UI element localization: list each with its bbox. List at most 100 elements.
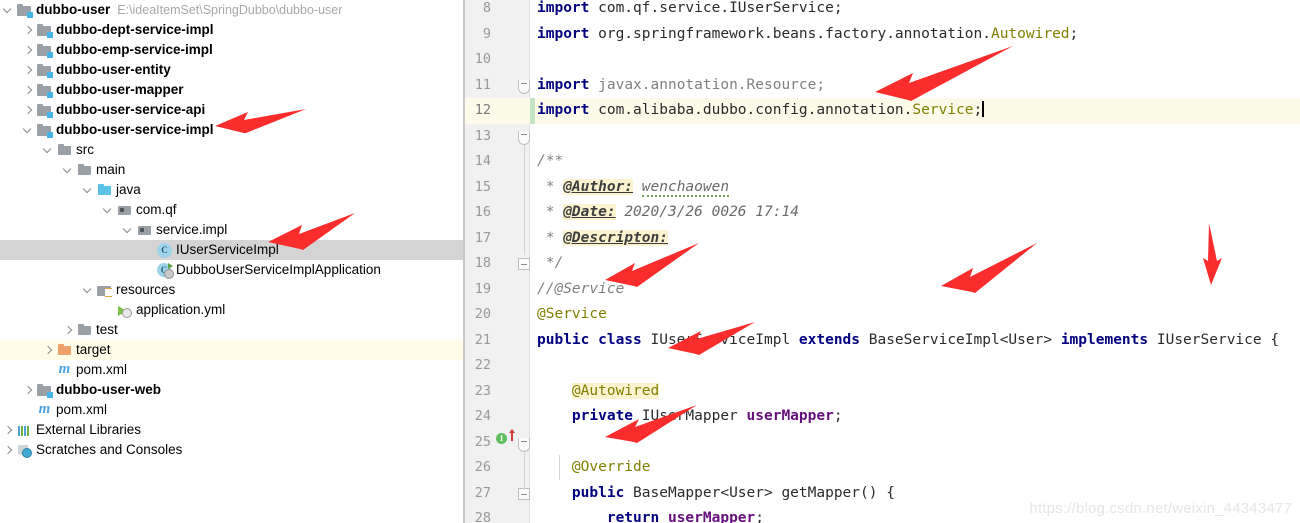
code-line-21[interactable]: public class IUserServiceImpl extends Ba… [537, 328, 1279, 354]
tree-item-label: target [76, 342, 111, 357]
chevron-right-icon[interactable] [3, 425, 14, 436]
module-badge-icon [47, 111, 53, 118]
code-line-12[interactable]: import com.alibaba.dubbo.config.annotati… [537, 98, 984, 124]
code-line-28[interactable]: return userMapper; [537, 506, 764, 523]
module-folder-icon [17, 3, 33, 18]
tree-item-label: pom.xml [56, 402, 108, 417]
module-folder-icon [37, 63, 53, 78]
line-number: 13 [474, 127, 491, 144]
chevron-right-icon[interactable] [3, 445, 14, 456]
tree-item-dubbo-user[interactable]: dubbo-user E:\ideaItemSet\SpringDubbo\dub… [0, 0, 463, 20]
code-line-14[interactable]: /** [537, 149, 563, 175]
tree-item-pom-root[interactable]: pom.xml [0, 400, 463, 420]
tree-item-external-libraries[interactable]: External Libraries [0, 420, 463, 440]
tree-item-dubbo-emp-service-impl[interactable]: dubbo-emp-service-impl [0, 40, 463, 60]
line-number: 15 [474, 178, 491, 195]
tree-item-dubbo-user-web[interactable]: dubbo-user-web [0, 380, 463, 400]
code-line-18[interactable]: */ [537, 251, 563, 277]
scratches-icon [17, 443, 32, 458]
code-line-19[interactable]: //@Service [537, 277, 624, 303]
source-root-icon [97, 183, 112, 198]
chevron-right-icon[interactable] [23, 385, 34, 396]
tree-item-service.impl[interactable]: service.impl [0, 220, 463, 240]
arrow-iuserservice-icon [1203, 223, 1222, 285]
chevron-right-icon[interactable] [23, 65, 34, 76]
module-folder-icon [37, 383, 53, 398]
line-number: 16 [474, 204, 491, 220]
code-line-17[interactable]: * @Descripton: [537, 226, 668, 252]
code-line-26[interactable]: @Override [537, 455, 651, 481]
chevron-right-icon[interactable] [43, 345, 54, 356]
module-folder-icon [37, 123, 53, 138]
chevron-right-icon[interactable] [23, 85, 34, 96]
code-line-24[interactable]: private IUserMapper userMapper; [537, 404, 843, 430]
chevron-down-icon[interactable] [43, 145, 54, 156]
chevron-right-icon[interactable] [23, 105, 34, 116]
line-number: 19 [474, 280, 491, 297]
package-icon [117, 203, 132, 218]
chevron-right-icon[interactable] [23, 25, 34, 36]
no-chevron [143, 245, 154, 256]
code-line-8[interactable]: import com.qf.service.IUserService; [537, 0, 843, 22]
chevron-down-icon[interactable] [83, 285, 94, 296]
code-line-23[interactable]: @Autowired [537, 379, 660, 405]
tree-item-com.qf[interactable]: com.qf [0, 200, 463, 220]
javadoc-fold-start-icon[interactable] [518, 131, 530, 145]
tree-item-resources[interactable]: resources [0, 280, 463, 300]
tree-item-pom-impl[interactable]: pom.xml [0, 360, 463, 380]
chevron-down-icon[interactable] [83, 185, 94, 196]
tree-item-src[interactable]: src [0, 140, 463, 160]
javadoc-fold-bar [523, 130, 525, 255]
chevron-right-icon[interactable] [23, 45, 34, 56]
chevron-down-icon[interactable] [63, 165, 74, 176]
tree-item-label: dubbo-user-mapper [56, 82, 184, 97]
module-badge-icon [47, 131, 53, 138]
line-number: 11 [474, 76, 491, 93]
chevron-down-icon[interactable] [3, 5, 14, 16]
code-line-20[interactable]: @Service [537, 302, 607, 328]
tree-item-IUserServiceImpl[interactable]: IUserServiceImpl [0, 240, 463, 260]
code-line-11[interactable]: import javax.annotation.Resource; [537, 73, 825, 99]
chevron-down-icon[interactable] [103, 205, 114, 216]
tree-item-label: DubboUserServiceImplApplication [176, 262, 381, 277]
tree-item-target[interactable]: target [0, 340, 463, 360]
line-number: 27 [474, 484, 491, 501]
tree-item-scratches-and-consoles[interactable]: Scratches and Consoles [0, 440, 463, 460]
tree-item-dubbo-user-entity[interactable]: dubbo-user-entity [0, 60, 463, 80]
module-folder-icon [37, 83, 53, 98]
import-fold-icon[interactable] [518, 80, 530, 94]
tree-item-label: application.yml [136, 302, 226, 317]
module-badge-icon [47, 91, 53, 98]
code-line-15[interactable]: * @Author: wenchaowen [537, 175, 730, 201]
chevron-down-icon[interactable] [123, 225, 134, 236]
module-badge-icon [47, 51, 53, 58]
tree-item-application.yml[interactable]: application.yml [0, 300, 463, 320]
implementing-method-icon[interactable] [496, 433, 507, 444]
tree-item-label: main [96, 162, 126, 177]
tree-item-label: dubbo-user [36, 2, 111, 17]
project-tool-window[interactable]: dubbo-user E:\ideaItemSet\SpringDubbo\dub… [0, 0, 463, 523]
tree-item-label: External Libraries [36, 422, 142, 437]
tree-item-dubbo-dept-service-impl[interactable]: dubbo-dept-service-impl [0, 20, 463, 40]
tree-item-dubbo-user-service-api[interactable]: dubbo-user-service-api [0, 100, 463, 120]
vcs-modified-stripe [530, 98, 535, 124]
tree-item-main[interactable]: main [0, 160, 463, 180]
module-badge-icon [27, 11, 33, 18]
chevron-down-icon[interactable] [23, 125, 34, 136]
overriding-method-arrow-icon[interactable] [508, 429, 515, 441]
tree-item-test[interactable]: test [0, 320, 463, 340]
tree-item-dubbo-user-mapper[interactable]: dubbo-user-mapper [0, 80, 463, 100]
code-editor[interactable]: 8 9 10 11 12 13 14 15 16 17 18 19 20 21 22 23 24 25 26 27 28… [465, 0, 1300, 523]
tree-item-DubboUserServiceImplApplication[interactable]: DubboUserServiceImplApplication [0, 260, 463, 280]
csdn-blog-watermark: https://blog.csdn.net/weixin_44343477 [1029, 500, 1292, 517]
folder-icon [77, 323, 92, 338]
tree-item-dubbo-user-service-impl[interactable]: dubbo-user-service-impl [0, 120, 463, 140]
code-line-16[interactable]: * @Date: 2020/3/26 0026 17:14 [537, 200, 799, 226]
chevron-right-icon[interactable] [63, 325, 74, 336]
code-line-27[interactable]: public BaseMapper<User> getMapper() { [537, 481, 895, 507]
javadoc-fold-end-icon[interactable] [518, 258, 530, 270]
code-line-9[interactable]: import org.springframework.beans.factory… [537, 22, 1078, 48]
tree-item-java[interactable]: java [0, 180, 463, 200]
no-chevron [43, 365, 54, 376]
tree-item-label: com.qf [136, 202, 177, 217]
